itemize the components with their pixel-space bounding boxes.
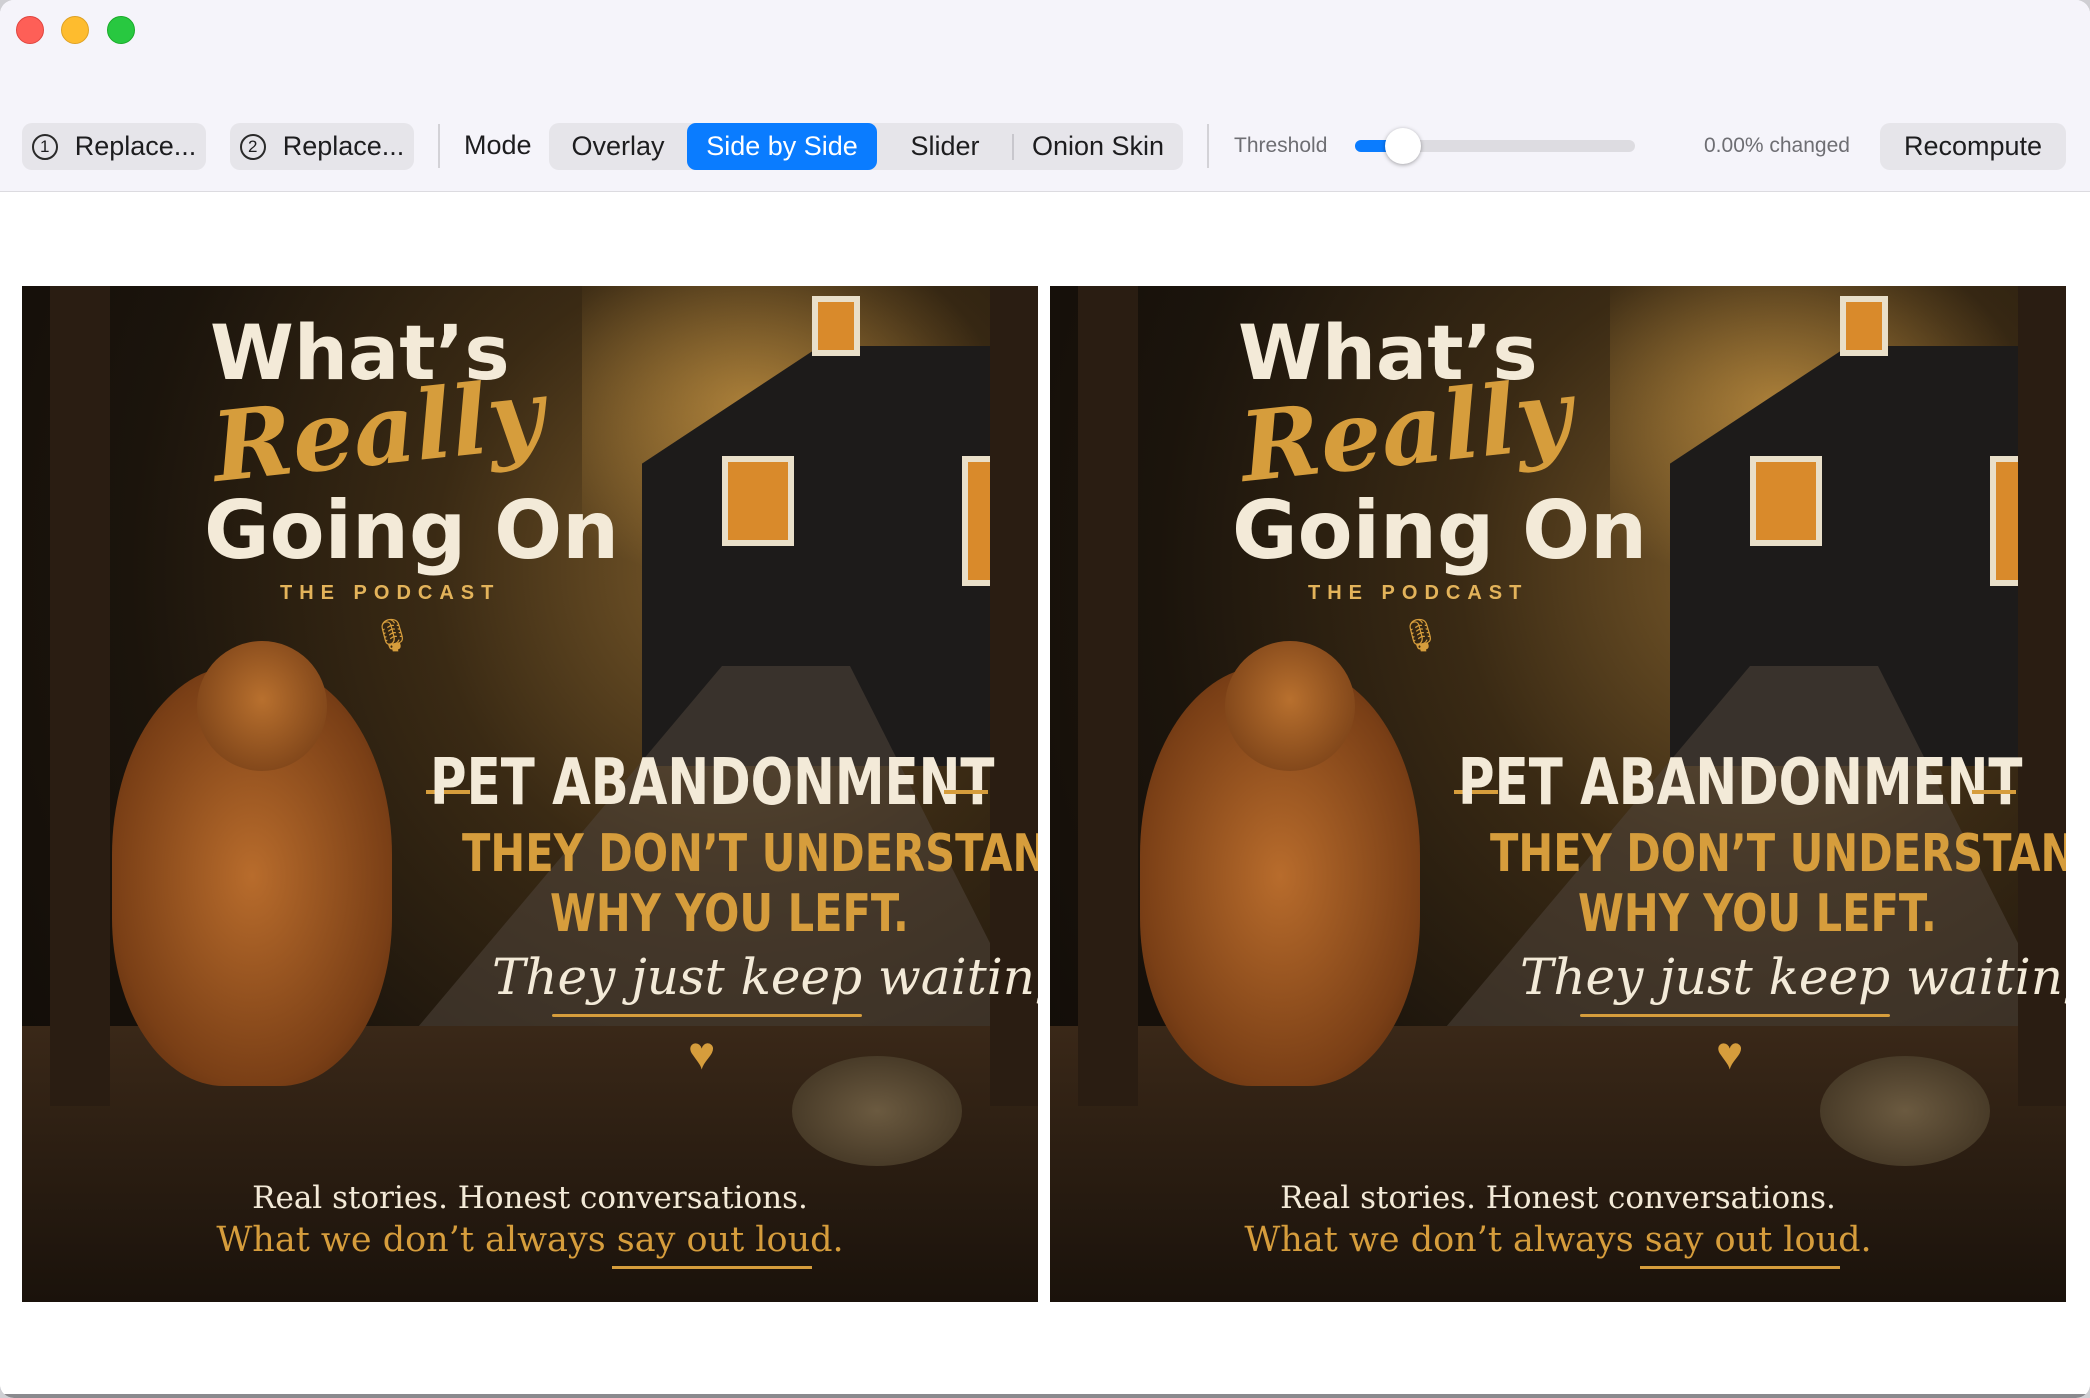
house-window bbox=[1750, 456, 1822, 546]
mode-side-by-side-tab[interactable]: Side by Side bbox=[687, 123, 877, 170]
poster-tagline1: Real stories. Honest conversations. bbox=[252, 1180, 808, 1216]
mode-slider-tab[interactable]: Slider bbox=[877, 123, 1013, 170]
toolbar-divider bbox=[438, 124, 440, 168]
house-window bbox=[812, 296, 860, 356]
replace-image-2-label: Replace... bbox=[282, 131, 405, 161]
topic-dash bbox=[944, 790, 988, 794]
microphone-icon: 🎙 bbox=[372, 617, 413, 653]
poster-line1: THEY DON’T UNDERSTAND bbox=[462, 824, 1038, 884]
teddy-bear-toy bbox=[1820, 1056, 1990, 1166]
poster-title-line3: Going On bbox=[1232, 484, 1648, 577]
house-window bbox=[722, 456, 794, 546]
script-underline bbox=[1580, 1014, 1890, 1017]
poster-tagline2: What we don’t always say out loud. bbox=[216, 1220, 844, 1260]
poster-topic: PET ABANDONMENT bbox=[430, 746, 995, 820]
mode-segmented-control: Overlay Side by Side Slider Onion Skin bbox=[549, 123, 1183, 170]
heart-icon: ♥ bbox=[688, 1027, 716, 1079]
poster-script-line: They just keep waiting. bbox=[1520, 948, 2066, 1006]
toolbar: 1 Replace... 2 Replace... Mode Overlay S… bbox=[0, 0, 2090, 192]
mode-overlay-tab[interactable]: Overlay bbox=[549, 123, 687, 170]
zoom-window-button[interactable] bbox=[107, 16, 135, 44]
dog-head bbox=[1225, 641, 1355, 771]
replace-image-1-label: Replace... bbox=[74, 131, 197, 161]
poster-topic: PET ABANDONMENT bbox=[1458, 746, 2023, 820]
teddy-bear-toy bbox=[792, 1056, 962, 1166]
poster-subtitle: THE PODCAST bbox=[280, 582, 501, 604]
porch-post bbox=[1078, 286, 1138, 1106]
house-window bbox=[1840, 296, 1888, 356]
poster-tagline2: What we don’t always say out loud. bbox=[1244, 1220, 1872, 1260]
script-underline bbox=[552, 1014, 862, 1017]
porch-post bbox=[50, 286, 110, 1106]
right-image-panel: What’s Really Going On THE PODCAST 🎙 PET… bbox=[1050, 286, 2066, 1302]
poster-line2: WHY YOU LEFT. bbox=[1578, 884, 1937, 944]
left-image-panel: What’s Really Going On THE PODCAST 🎙 PET… bbox=[22, 286, 1038, 1302]
threshold-slider-knob[interactable] bbox=[1385, 128, 1421, 164]
threshold-label: Threshold bbox=[1234, 134, 1328, 157]
mode-label: Mode bbox=[464, 130, 532, 160]
mode-onion-skin-tab[interactable]: Onion Skin bbox=[1013, 123, 1183, 170]
poster-subtitle: THE PODCAST bbox=[1308, 582, 1529, 604]
replace-image-1-button[interactable]: 1 Replace... bbox=[22, 123, 206, 170]
close-window-button[interactable] bbox=[16, 16, 44, 44]
poster-title-line3: Going On bbox=[204, 484, 620, 577]
heart-icon: ♥ bbox=[1716, 1027, 1744, 1079]
recompute-button[interactable]: Recompute bbox=[1880, 123, 2066, 170]
topic-dash bbox=[1972, 790, 2016, 794]
poster-tagline1: Real stories. Honest conversations. bbox=[1280, 1180, 1836, 1216]
tagline-underline bbox=[612, 1266, 812, 1269]
app-window: 1 Replace... 2 Replace... Mode Overlay S… bbox=[0, 0, 2090, 1398]
poster-script-line: They just keep waiting. bbox=[492, 948, 1038, 1006]
tagline-underline bbox=[1640, 1266, 1840, 1269]
dog-head bbox=[197, 641, 327, 771]
toolbar-divider bbox=[1207, 124, 1209, 168]
poster-line1: THEY DON’T UNDERSTAND bbox=[1490, 824, 2066, 884]
window-bottom-edge bbox=[0, 1394, 2090, 1398]
circled-number-1-icon: 1 bbox=[31, 133, 58, 160]
poster-line2: WHY YOU LEFT. bbox=[550, 884, 909, 944]
threshold-slider[interactable] bbox=[1355, 128, 1635, 164]
circled-number-2-icon: 2 bbox=[239, 133, 266, 160]
replace-image-2-button[interactable]: 2 Replace... bbox=[230, 123, 414, 170]
changed-percentage: 0.00% changed bbox=[1704, 134, 1850, 157]
microphone-icon: 🎙 bbox=[1400, 617, 1441, 653]
minimize-window-button[interactable] bbox=[61, 16, 89, 44]
